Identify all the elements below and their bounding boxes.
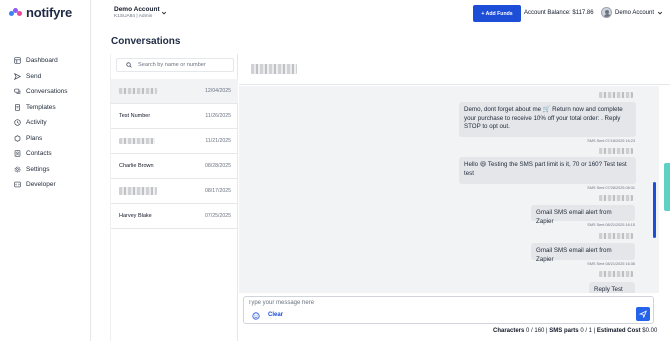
sidebar-nav: Dashboard Send Conversations Templates A…: [0, 53, 91, 193]
chat-header: [239, 54, 670, 85]
nav-item-conversations[interactable]: Conversations: [0, 84, 91, 100]
app-root: notifyre Dashboard Send Conversations Te…: [0, 0, 670, 341]
conversation-date: 07/25/2025: [205, 213, 231, 219]
message-composer: Clear: [243, 296, 654, 324]
conversation-date: 12/04/2025: [205, 88, 231, 94]
cost-value: $0.00: [642, 328, 658, 334]
nav-label: Settings: [26, 165, 50, 173]
message-stats: Characters 0 / 160 | SMS parts 0 / 1 | E…: [493, 328, 658, 334]
dashboard-icon: [14, 57, 21, 64]
avatar: [601, 7, 612, 18]
nav-item-templates[interactable]: Templates: [0, 100, 91, 116]
nav-label: Conversations: [26, 88, 68, 96]
brand-name: notifyre: [26, 5, 73, 20]
contacts-icon: [14, 150, 21, 157]
conversation-list: 12/04/2025 Test Number 11/26/2025 11/21/…: [110, 54, 238, 341]
nav-item-contacts[interactable]: Contacts: [0, 146, 91, 162]
user-menu[interactable]: Demo Account: [601, 7, 663, 18]
characters-label: Characters: [493, 328, 525, 334]
message-bubble: Gmail SMS email alert from Zapier: [531, 243, 635, 263]
conversation-item[interactable]: Harvey Blake 07/25/2025: [111, 204, 238, 229]
conversation-date: 08/28/2025: [205, 163, 231, 169]
nav-item-developer[interactable]: Developer: [0, 177, 91, 193]
redacted-contact-number: [251, 64, 297, 74]
user-name: Demo Account: [615, 9, 655, 16]
account-name: Demo Account: [114, 6, 160, 13]
message-bubble: Gmail SMS email alert from Zapier: [531, 205, 635, 225]
message-input[interactable]: [248, 300, 628, 306]
nav-label: Contacts: [26, 150, 52, 158]
message-thread: Demo, dont forget about me 🛒 Return now …: [239, 86, 659, 293]
conversation-item[interactable]: 11/21/2025: [111, 129, 238, 154]
cost-label: Estimated Cost: [596, 328, 641, 334]
redacted-contact-name: [119, 138, 155, 144]
gear-icon: [14, 166, 21, 173]
logo-mark-icon: [9, 7, 23, 19]
conversation-items: 12/04/2025 Test Number 11/26/2025 11/21/…: [111, 79, 238, 229]
redacted-contact-name: [119, 187, 157, 195]
nav-item-activity[interactable]: Activity: [0, 115, 91, 131]
message-bubble: Hello 😃 Testing the SMS part limit is it…: [459, 157, 636, 184]
message-meta: SMS Sent 07/28/2025 08:31: [587, 186, 635, 190]
redacted-sender: [599, 233, 633, 239]
sms-parts-label: SMS parts: [549, 328, 579, 334]
nav-label: Send: [26, 72, 42, 80]
send-icon: [14, 72, 21, 80]
characters-value: 0 / 160: [526, 328, 545, 334]
chat-icon: [14, 88, 21, 94]
send-button[interactable]: [636, 307, 650, 321]
activity-icon: [14, 119, 21, 126]
conversation-item[interactable]: 08/17/2025: [111, 179, 238, 204]
add-funds-button[interactable]: + Add Funds: [473, 5, 521, 22]
search-icon: [126, 62, 132, 68]
nav-label: Plans: [26, 134, 43, 142]
chevron-down-icon: [657, 11, 663, 14]
account-balance: Account Balance: $117.86: [524, 10, 594, 16]
redacted-contact-name: [119, 88, 157, 94]
send-icon: [639, 310, 647, 318]
clear-button[interactable]: Clear: [268, 312, 283, 318]
template-icon: [15, 104, 20, 111]
brand-logo[interactable]: notifyre: [9, 5, 72, 20]
feedback-side-tab[interactable]: [664, 163, 670, 211]
redacted-sender: [599, 271, 633, 277]
nav-item-plans[interactable]: Plans: [0, 131, 91, 147]
message-bubble: Demo, dont forget about me 🛒 Return now …: [459, 102, 636, 137]
conversation-date: 11/26/2025: [205, 113, 231, 119]
conversation-item[interactable]: 12/04/2025: [111, 79, 238, 104]
nav-label: Activity: [26, 119, 47, 127]
code-icon: [14, 181, 21, 188]
conversation-date: 08/17/2025: [205, 188, 231, 194]
chevron-down-icon: [161, 11, 167, 15]
emoji-icon[interactable]: [252, 312, 260, 320]
thread-scrollbar[interactable]: [653, 182, 656, 238]
message-meta: SMS Sent 08/21/2025 16:15: [587, 223, 635, 227]
page-title: Conversations: [111, 36, 181, 47]
sidebar: notifyre Dashboard Send Conversations Te…: [0, 0, 91, 341]
account-switcher[interactable]: Demo Account K1SUA84 | Admin: [114, 6, 167, 19]
conversation-date: 11/21/2025: [205, 138, 231, 144]
nav-label: Templates: [26, 103, 56, 111]
message-bubble: Reply Test: [589, 282, 635, 293]
search-box[interactable]: [116, 58, 234, 72]
search-input[interactable]: [138, 62, 233, 68]
redacted-sender: [599, 92, 633, 98]
message-meta: SMS Sent 08/21/2025 16:36: [587, 262, 635, 266]
redacted-sender: [599, 195, 633, 201]
conversation-name: Charlie Brown: [119, 163, 154, 169]
nav-label: Developer: [26, 181, 56, 189]
nav-item-dashboard[interactable]: Dashboard: [0, 53, 91, 69]
conversation-name: Harvey Blake: [119, 213, 152, 219]
nav-item-send[interactable]: Send: [0, 69, 91, 85]
message-meta: SMS Sent 07/18/2025 16:23: [587, 139, 635, 143]
conversation-name: Test Number: [119, 113, 151, 119]
nav-label: Dashboard: [26, 57, 58, 65]
conversation-item[interactable]: Test Number 11/26/2025: [111, 104, 238, 129]
conversation-item[interactable]: Charlie Brown 08/28/2025: [111, 154, 238, 179]
plans-icon: [14, 135, 21, 142]
nav-item-settings[interactable]: Settings: [0, 162, 91, 178]
sms-parts-value: 0 / 1: [580, 328, 592, 334]
redacted-sender: [599, 148, 633, 154]
account-id: K1SUA84 | Admin: [114, 14, 153, 19]
